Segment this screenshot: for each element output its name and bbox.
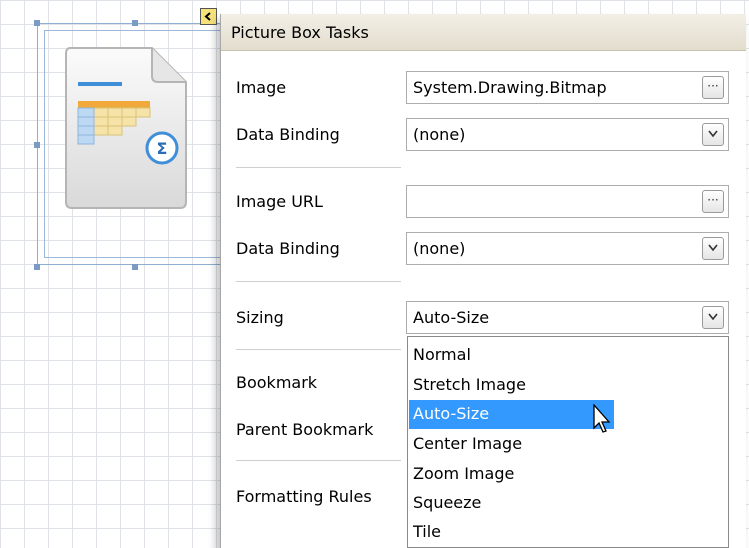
sizing-value: Auto-Size (413, 308, 490, 327)
bookmark-label: Bookmark (236, 373, 318, 392)
chevron-left-icon (204, 12, 211, 21)
separator (236, 460, 401, 461)
resize-handle-bottom-center[interactable] (132, 264, 138, 270)
panel-title: Picture Box Tasks (221, 14, 746, 51)
image-label: Image (236, 78, 287, 97)
sizing-label: Sizing (236, 308, 284, 327)
sizing-option-normal[interactable]: Normal (409, 341, 614, 370)
smart-tag-button[interactable] (200, 8, 217, 25)
sizing-select[interactable]: Auto-Size (406, 301, 729, 334)
sizing-option-zoom-image[interactable]: Zoom Image (409, 460, 614, 489)
separator (236, 349, 401, 350)
picture-box-tasks-panel: Picture Box Tasks Image System.Drawing.B… (220, 14, 746, 548)
ellipsis-icon[interactable]: ··· (702, 190, 724, 213)
svg-text:Σ: Σ (157, 139, 168, 158)
url-data-binding-label: Data Binding (236, 239, 340, 258)
image-url-field[interactable]: ··· (406, 185, 729, 218)
image-data-binding-select[interactable]: (none) (406, 118, 729, 151)
url-data-binding-value: (none) (413, 239, 466, 258)
resize-handle-bottom-left[interactable] (34, 264, 40, 270)
mouse-cursor-icon (593, 404, 611, 433)
sizing-dropdown-list[interactable]: Normal Stretch Image Auto-Size Center Im… (407, 336, 729, 548)
sizing-option-auto-size[interactable]: Auto-Size (409, 400, 614, 429)
resize-handle-middle-left[interactable] (34, 142, 40, 148)
separator (236, 281, 401, 282)
chevron-down-icon[interactable] (702, 237, 724, 260)
spreadsheet-sum-icon: Σ (65, 47, 187, 209)
chevron-down-icon[interactable] (702, 306, 724, 329)
separator (236, 167, 401, 168)
chevron-down-icon[interactable] (702, 123, 724, 146)
image-url-label: Image URL (236, 192, 323, 211)
resize-handle-top-center[interactable] (132, 20, 138, 26)
image-data-binding-label: Data Binding (236, 125, 340, 144)
image-value: System.Drawing.Bitmap (413, 78, 607, 97)
formatting-rules-label: Formatting Rules (236, 487, 372, 506)
sizing-option-squeeze[interactable]: Squeeze (409, 489, 614, 518)
sizing-option-stretch-image[interactable]: Stretch Image (409, 371, 614, 400)
image-field[interactable]: System.Drawing.Bitmap ··· (406, 71, 729, 104)
resize-handle-top-left[interactable] (34, 20, 40, 26)
sizing-option-center-image[interactable]: Center Image (409, 430, 614, 459)
url-data-binding-select[interactable]: (none) (406, 232, 729, 265)
image-data-binding-value: (none) (413, 125, 466, 144)
sizing-option-tile[interactable]: Tile (409, 518, 614, 547)
parent-bookmark-label: Parent Bookmark (236, 420, 374, 439)
ellipsis-icon[interactable]: ··· (702, 76, 724, 99)
